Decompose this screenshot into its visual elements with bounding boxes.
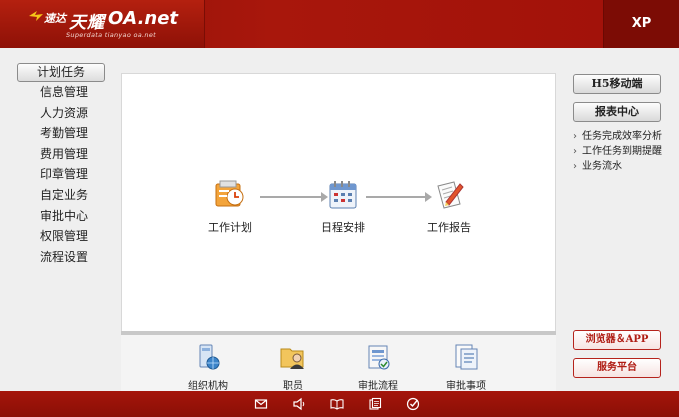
sidebar-item[interactable]: 审批中心 (17, 206, 107, 227)
main-panel: 工作计划 日程安排 工作报告 (121, 73, 556, 333)
report-link[interactable]: › 业务流水 (573, 159, 673, 174)
quick-link-approval-flow[interactable]: 审批流程 (348, 343, 408, 392)
footer-bar (0, 391, 679, 417)
sidebar-item[interactable]: 考勤管理 (17, 123, 107, 144)
approval-items-icon (455, 344, 478, 370)
flow-node-work-plan[interactable]: 工作计划 (195, 178, 265, 235)
flow-node-label: 日程安排 (321, 221, 365, 234)
logo-brand-big: 天耀 (69, 13, 105, 33)
quick-link-org[interactable]: 组织机构 (178, 343, 238, 392)
report-link-label: 任务完成效率分析 (582, 131, 662, 142)
copy-icon[interactable] (368, 397, 382, 411)
logo-star-icon (29, 11, 43, 21)
chevron-right-icon: › (573, 146, 577, 157)
report-link[interactable]: › 工作任务到期提醒 (573, 144, 673, 159)
sidebar-item[interactable]: 权限管理 (17, 226, 107, 247)
h5-mobile-button[interactable]: H5移动端 (573, 74, 661, 94)
sidebar-item-selected[interactable]: 计划任务 (17, 63, 105, 82)
report-link-label: 工作任务到期提醒 (582, 146, 662, 157)
chevron-right-icon: › (573, 161, 577, 172)
service-platform-button[interactable]: 服务平台 (573, 358, 661, 378)
report-icon (437, 181, 464, 209)
flow-node-schedule[interactable]: 日程安排 (308, 178, 378, 235)
sidebar-item[interactable]: 费用管理 (17, 144, 107, 165)
edition-label: XP (631, 16, 652, 31)
calendar-icon (329, 181, 357, 209)
header: 速达 天耀 OA.net Superdata tianyao oa.net XP (0, 0, 679, 48)
approval-flow-icon (368, 345, 390, 370)
sidebar-item[interactable]: 自定业务 (17, 185, 107, 206)
book-icon[interactable] (330, 397, 344, 411)
logo-subtitle: Superdata tianyao oa.net (66, 31, 156, 39)
quick-link-label: 组织机构 (188, 381, 228, 392)
report-link-label: 业务流水 (582, 161, 622, 172)
logo-brand-small: 速达 (44, 12, 66, 25)
browser-app-button[interactable]: 浏览器＆APP (573, 330, 661, 350)
quick-link-label: 职员 (283, 381, 303, 392)
report-link[interactable]: › 任务完成效率分析 (573, 129, 673, 144)
sidebar-item[interactable]: 流程设置 (17, 247, 107, 268)
mail-icon[interactable] (254, 397, 268, 411)
flow-node-label: 工作报告 (427, 221, 471, 234)
report-center-button[interactable]: 报表中心 (573, 102, 661, 122)
quick-link-label: 审批流程 (358, 381, 398, 392)
quick-links-bar: 组织机构 职员 审批流程 审批事项 (121, 335, 556, 392)
logo-product: OA.net (108, 8, 179, 29)
sidebar-item[interactable]: 人力资源 (17, 103, 107, 124)
check-icon[interactable] (406, 397, 420, 411)
work-plan-icon (215, 180, 244, 207)
speaker-icon[interactable] (292, 397, 306, 411)
logo: 速达 天耀 OA.net Superdata tianyao oa.net (0, 0, 205, 48)
employee-icon (280, 348, 304, 369)
sidebar: 计划任务 信息管理 人力资源 考勤管理 费用管理 印章管理 自定业务 审批中心 … (17, 63, 107, 267)
sidebar-item[interactable]: 印章管理 (17, 164, 107, 185)
quick-link-employee[interactable]: 职员 (263, 343, 323, 392)
quick-link-label: 审批事项 (446, 381, 486, 392)
flow-node-report[interactable]: 工作报告 (414, 178, 484, 235)
org-structure-icon (199, 344, 220, 370)
quick-report-links: › 任务完成效率分析 › 工作任务到期提醒 › 业务流水 (573, 129, 673, 174)
flow-node-label: 工作计划 (208, 221, 252, 234)
edition-badge: XP (603, 0, 679, 48)
chevron-right-icon: › (573, 131, 577, 142)
quick-link-approval-items[interactable]: 审批事项 (436, 343, 496, 392)
sidebar-item[interactable]: 信息管理 (17, 82, 107, 103)
